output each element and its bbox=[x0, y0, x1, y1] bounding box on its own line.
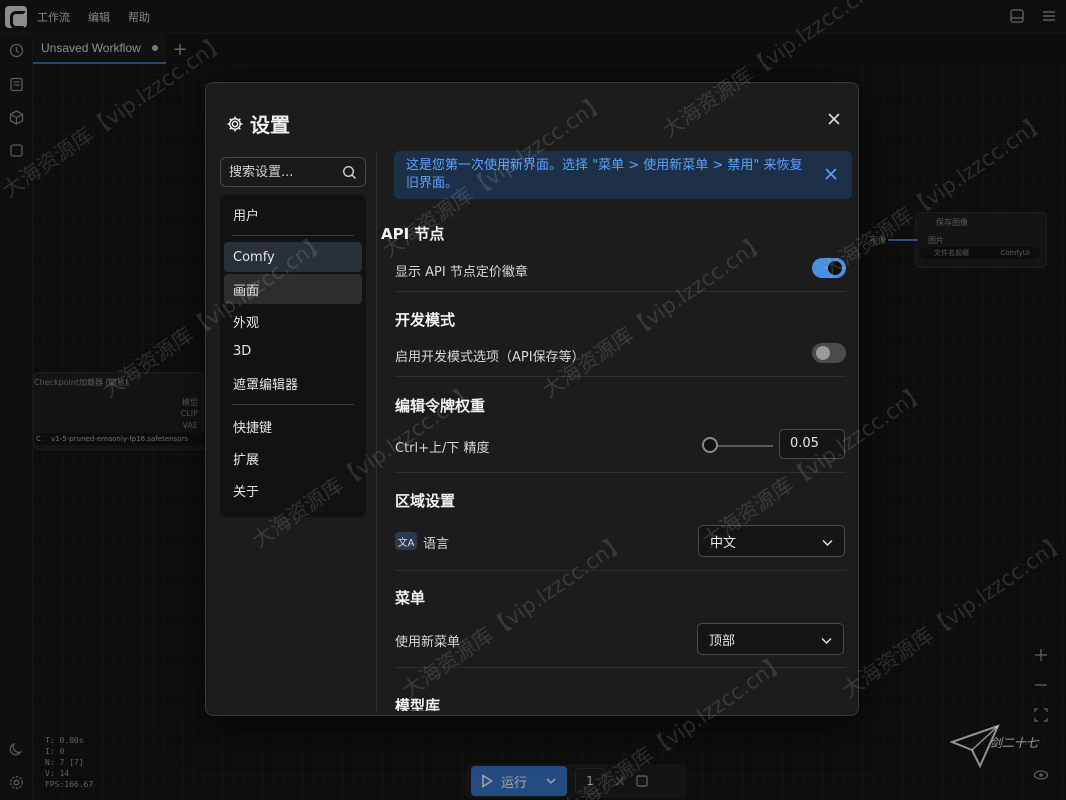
banner-text: 这是您第一次使用新界面。选择 "菜单 > 使用新菜单 > 禁用" 来恢复旧界面。 bbox=[406, 158, 803, 191]
panel-divider bbox=[376, 151, 377, 711]
search-input[interactable] bbox=[229, 164, 339, 180]
divider bbox=[395, 667, 846, 668]
search-icon[interactable] bbox=[342, 165, 357, 180]
precision-input[interactable]: 0.05 bbox=[779, 429, 845, 459]
precision-slider-thumb[interactable] bbox=[702, 437, 718, 453]
nav-item-extension[interactable]: 扩展 bbox=[224, 443, 362, 473]
nav-divider bbox=[232, 404, 354, 405]
translate-icon: 文A bbox=[395, 532, 417, 550]
new-menu-select[interactable]: 顶部 bbox=[697, 623, 844, 655]
close-icon[interactable] bbox=[826, 111, 842, 127]
api-badge-toggle[interactable] bbox=[812, 258, 846, 278]
new-menu-value: 顶部 bbox=[709, 633, 736, 649]
section-title-locale: 区域设置 bbox=[395, 492, 456, 510]
signature-logo: 剑二十七 bbox=[950, 722, 1050, 772]
dialog-header: 设置 bbox=[226, 109, 290, 138]
chevron-down-icon bbox=[821, 637, 832, 645]
section-title-api: API 节点 bbox=[381, 225, 445, 243]
signature-text: 剑二十七 bbox=[990, 736, 1039, 750]
dialog-title: 设置 bbox=[250, 113, 290, 137]
precision-slider-track[interactable] bbox=[711, 445, 773, 447]
nav-item-user[interactable]: 用户 bbox=[224, 199, 362, 229]
toggle-knob bbox=[816, 346, 830, 360]
settings-search bbox=[220, 157, 366, 187]
section-title-dev: 开发模式 bbox=[395, 311, 456, 329]
settings-content: 这是您第一次使用新界面。选择 "菜单 > 使用新菜单 > 禁用" 来恢复旧界面。… bbox=[381, 151, 855, 711]
nav-item-appearance[interactable]: 外观 bbox=[224, 306, 362, 336]
language-select[interactable]: 中文 bbox=[698, 525, 845, 557]
nav-item-keybinding[interactable]: 快捷键 bbox=[224, 411, 362, 441]
toggle-knob bbox=[828, 261, 842, 275]
setting-label-precision: Ctrl+上/下 精度 bbox=[395, 441, 490, 456]
nav-item-3d[interactable]: 3D bbox=[224, 336, 362, 366]
settings-nav: 用户 Comfy 画面 外观 3D 遮罩编辑器 快捷键 扩展 关于 bbox=[220, 195, 366, 517]
gear-icon bbox=[227, 116, 243, 131]
banner-close-icon[interactable] bbox=[824, 167, 838, 181]
section-title-token: 编辑令牌权重 bbox=[395, 397, 486, 415]
divider bbox=[395, 570, 846, 571]
nav-item-mask-editor[interactable]: 遮罩编辑器 bbox=[224, 368, 362, 398]
nav-item-about[interactable]: 关于 bbox=[224, 475, 362, 505]
nav-item-comfy[interactable]: Comfy bbox=[224, 242, 362, 272]
new-ui-banner: 这是您第一次使用新界面。选择 "菜单 > 使用新菜单 > 禁用" 来恢复旧界面。 bbox=[394, 151, 852, 199]
nav-item-canvas[interactable]: 画面 bbox=[224, 274, 362, 304]
setting-label-dev-mode: 启用开发模式选项（API保存等） bbox=[395, 350, 585, 365]
setting-label-language: 语言 bbox=[423, 537, 450, 552]
nav-divider bbox=[232, 235, 354, 236]
chevron-down-icon bbox=[822, 539, 833, 547]
section-title-model-lib: 模型库 bbox=[395, 697, 441, 711]
setting-label-api-badge: 显示 API 节点定价徽章 bbox=[395, 265, 528, 280]
setting-label-new-menu: 使用新菜单 bbox=[395, 635, 461, 650]
divider bbox=[395, 376, 846, 377]
divider bbox=[395, 291, 846, 292]
settings-dialog: 设置 用户 Comfy 画面 外观 3D 遮罩编辑器 快捷键 扩展 关于 这是您… bbox=[205, 82, 859, 716]
section-title-menu: 菜单 bbox=[395, 589, 426, 607]
divider bbox=[395, 472, 846, 473]
dev-mode-toggle[interactable] bbox=[812, 343, 846, 363]
language-value: 中文 bbox=[710, 535, 737, 551]
